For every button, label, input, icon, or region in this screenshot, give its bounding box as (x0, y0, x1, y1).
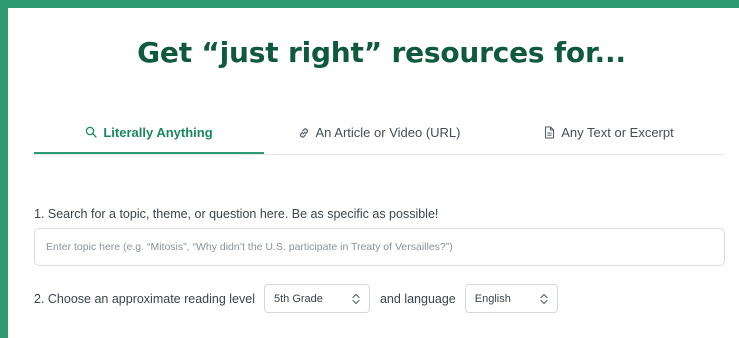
tab-any-text[interactable]: Any Text or Excerpt (494, 112, 724, 153)
chevron-up-down-icon (352, 293, 360, 304)
page-title: Get “just right” resources for... (137, 36, 626, 69)
search-instruction: 1. Search for a topic, theme, or questio… (34, 207, 439, 221)
topic-search-input[interactable] (34, 228, 725, 266)
reading-level-select[interactable]: 5th Grade (263, 284, 370, 313)
tab-article-or-video[interactable]: An Article or Video (URL) (264, 112, 494, 153)
reading-level-label: 2. Choose an approximate reading level (34, 291, 255, 306)
page-frame: Get “just right” resources for... Litera… (0, 0, 739, 338)
search-icon (86, 126, 97, 138)
tab-label: Any Text or Excerpt (561, 125, 674, 140)
tab-label: An Article or Video (URL) (315, 125, 461, 140)
chevron-up-down-icon (540, 293, 548, 304)
language-label: and language (379, 291, 456, 306)
reading-level-value: 5th Grade (273, 292, 323, 305)
link-icon (299, 127, 308, 138)
reading-level-row: 2. Choose an approximate reading level 5… (34, 284, 558, 313)
document-icon (545, 126, 555, 139)
tab-label: Literally Anything (103, 124, 213, 140)
language-value: English (474, 292, 511, 305)
tab-literally-anything[interactable]: Literally Anything (34, 112, 264, 154)
tab-bar: Literally Anything An Article or Video (… (34, 112, 725, 155)
language-select[interactable]: English (464, 284, 558, 313)
